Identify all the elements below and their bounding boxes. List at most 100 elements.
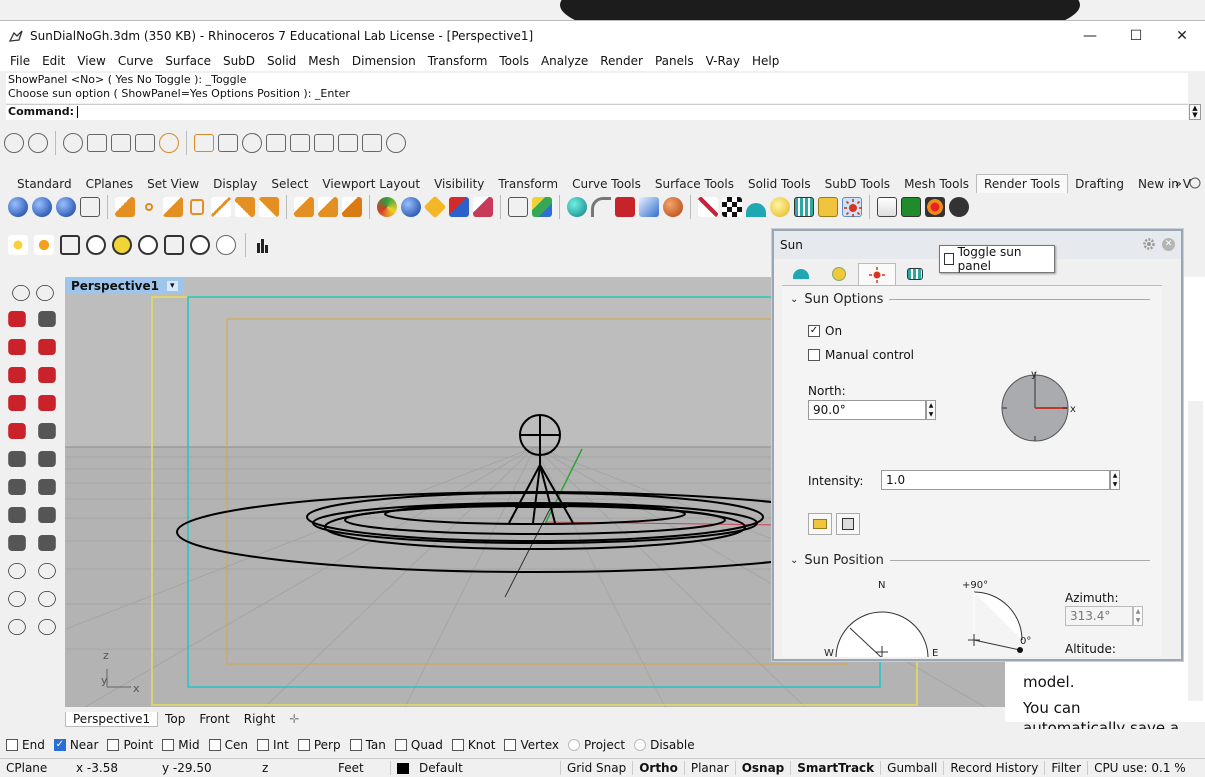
zoom-icon[interactable] [8,563,26,579]
north-spinner[interactable]: ▲ ▼ [926,400,936,420]
view-tab-right[interactable]: Right [237,712,283,726]
tab-mesh-tools[interactable]: Mesh Tools [897,175,976,193]
sun-on-checkbox[interactable]: ✓ [808,325,820,337]
gear-icon[interactable] [1142,237,1156,251]
funnel-icon[interactable] [194,134,214,152]
menu-render[interactable]: Render [594,54,649,68]
sun-options-section[interactable]: ⌄ Sun Options [790,292,1150,307]
sun-position-section[interactable]: ⌄ Sun Position [790,553,1150,568]
osnap-checkbox[interactable] [504,739,517,751]
intensity-spinner[interactable]: ▲ ▼ [1110,470,1120,490]
block-icon[interactable] [314,134,334,152]
printer-icon[interactable] [87,134,107,152]
material-match-icon[interactable] [473,197,493,217]
menu-dimension[interactable]: Dimension [346,54,422,68]
open-folder-button[interactable] [808,513,832,535]
osnap-checkbox[interactable] [297,739,310,751]
car-front-icon[interactable] [8,395,26,411]
linear-light-icon[interactable] [211,197,231,217]
north-compass-widget[interactable]: y x [997,366,1087,446]
boat-tool-icon[interactable] [8,535,26,551]
sphere-tool-icon[interactable] [38,423,56,439]
osnap-end[interactable]: End [6,738,45,752]
osnap-checkbox[interactable] [349,739,362,751]
pan-view-icon[interactable] [38,619,56,635]
menu-file[interactable]: File [4,54,36,68]
maximize-button[interactable]: ☐ [1113,21,1159,51]
select-arrow-icon[interactable] [12,285,30,301]
close-button[interactable]: ✕ [1159,21,1205,51]
sun-angle-icon[interactable] [34,235,54,255]
manual-control-checkbox[interactable] [808,349,820,361]
azimuth-spinner[interactable]: ▲ ▼ [1133,606,1143,626]
cplane-status[interactable]: CPlane [0,761,70,775]
tab-cplanes[interactable]: CPlanes [79,175,141,193]
tab-display[interactable]: Display [206,175,264,193]
red-car-icon[interactable] [8,339,26,355]
osnap-checkbox[interactable] [256,739,269,751]
tab-curve-tools[interactable]: Curve Tools [565,175,648,193]
histogram-icon[interactable] [255,237,271,253]
right-pane-scrollbar[interactable] [1188,401,1203,701]
plane-tool-icon[interactable] [38,479,56,495]
view-tab-perspective1[interactable]: Perspective1 [65,711,159,727]
osnap-tan[interactable]: Tan [349,738,386,752]
osnap-int[interactable]: Int [256,738,289,752]
material-warning-icon[interactable] [423,195,447,219]
tab-subd-tools[interactable]: SubD Tools [818,175,897,193]
osnap-checkbox[interactable] [568,739,581,751]
camera-path-icon[interactable] [949,197,969,217]
osnap-near[interactable]: ✓ Near [53,738,98,752]
view-tab-top[interactable]: Top [158,712,192,726]
north-field[interactable]: 90.0° [808,400,926,420]
sundial-icon[interactable] [386,133,406,153]
menu-v-ray[interactable]: V-Ray [700,54,746,68]
close-icon[interactable]: ✕ [1162,238,1175,251]
uv-mapping-icon[interactable] [532,197,552,217]
tab-surface-tools[interactable]: Surface Tools [648,175,741,193]
render-icon[interactable] [8,197,28,217]
ortho-toggle[interactable]: Ortho [632,761,684,775]
copy-icon[interactable] [338,134,358,152]
texture-mapping-icon[interactable] [508,197,528,217]
osnap-knot[interactable]: Knot [451,738,495,752]
osnap-checkbox[interactable] [634,739,647,751]
command-line[interactable]: Command: [6,104,1188,120]
rotate-view-icon[interactable] [8,619,26,635]
minimize-button[interactable]: — [1067,21,1113,51]
paint-brush-icon[interactable] [698,197,718,217]
light-timeline-icon[interactable] [112,235,132,255]
menu-panels[interactable]: Panels [649,54,700,68]
cubes-icon[interactable] [216,235,236,255]
point-light-icon[interactable] [145,203,153,211]
sun-settings-icon[interactable] [159,133,179,153]
chevron-down-icon[interactable]: ⌄ [790,294,798,305]
texture-palette-icon[interactable] [615,197,635,217]
jet-tool-icon[interactable] [38,507,56,523]
menu-help[interactable]: Help [746,54,785,68]
osnap-checkbox[interactable]: ✓ [53,739,66,751]
red-bus-icon[interactable] [38,339,56,355]
edit-light-icon[interactable] [259,197,279,217]
gumball-toggle[interactable]: Gumball [880,761,943,775]
tab-standard[interactable]: Standard [10,175,79,193]
save-button[interactable] [836,513,860,535]
osnap-checkbox[interactable] [162,739,175,751]
gear-render-icon[interactable] [190,235,210,255]
menu-tools[interactable]: Tools [493,54,535,68]
smarttrack-toggle[interactable]: SmartTrack [790,761,880,775]
altitude-dial[interactable]: +90° 0° [954,576,1044,657]
tabs-overflow-icon[interactable]: » [1173,175,1201,191]
chair-tool-icon[interactable] [38,451,56,467]
tab-viewport-layout[interactable]: Viewport Layout [315,175,427,193]
record-history-toggle[interactable]: Record History [943,761,1044,775]
menu-curve[interactable]: Curve [112,54,159,68]
menu-subd[interactable]: SubD [217,54,261,68]
menu-mesh[interactable]: Mesh [302,54,346,68]
tab-environment[interactable] [782,263,820,285]
decal-tool-icon[interactable] [639,197,659,217]
wireframe-tool-icon[interactable] [794,197,814,217]
units-status[interactable]: Feet [332,761,390,775]
light-spot-icon[interactable] [294,197,314,217]
car-side-icon[interactable] [38,395,56,411]
